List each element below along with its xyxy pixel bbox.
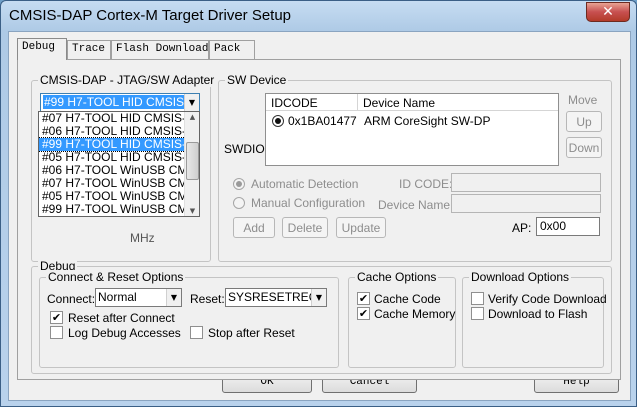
download-to-flash-label: Download to Flash <box>488 307 588 321</box>
id-code-label: ID CODE: <box>399 177 453 191</box>
ap-field[interactable]: 0x00 <box>536 217 600 236</box>
device-name-label: Device Name: <box>378 198 454 212</box>
reset-select[interactable]: SYSRESETREQ ▼ <box>225 288 327 307</box>
list-item[interactable]: #05 H7-TOOL WinUSB CMSI <box>39 190 185 203</box>
cache-memory-label: Cache Memory <box>374 307 456 321</box>
scrollbar-thumb[interactable] <box>186 142 199 180</box>
swdio-row-radio[interactable] <box>272 115 284 127</box>
tab-pack-label: Pack <box>214 43 241 55</box>
list-item[interactable]: #06 H7-TOOL WinUSB CMSI <box>39 164 185 177</box>
list-item[interactable]: #99 H7-TOOL WinUSB CMSI <box>39 203 185 216</box>
cache-memory-checkbox[interactable]: ✔ <box>357 307 370 320</box>
cache-code-checkbox[interactable]: ✔ <box>357 292 370 305</box>
connect-select-value: Normal <box>98 290 137 304</box>
automatic-detection-label: Automatic Detection <box>251 177 359 191</box>
delete-button[interactable]: Delete <box>282 217 328 238</box>
scroll-down-icon[interactable]: ▼ <box>185 207 199 215</box>
debug-tab-panel: CMSIS-DAP - JTAG/SW Adapter #99 H7-TOOL … <box>17 59 621 380</box>
reset-select-value: SYSRESETREQ <box>228 290 319 304</box>
move-down-button[interactable]: Down <box>566 137 602 158</box>
connect-label: Connect: <box>47 292 96 306</box>
tab-flash-download[interactable]: Flash Download <box>111 40 209 59</box>
id-code-field[interactable] <box>451 173 601 192</box>
chevron-down-icon[interactable]: ▼ <box>311 289 326 306</box>
cache-code-label: Cache Code <box>374 292 441 306</box>
close-button[interactable]: ✕ <box>586 2 630 22</box>
close-icon: ✕ <box>602 4 614 20</box>
list-item[interactable]: #06 H7-TOOL HID CMSIS-DA <box>39 125 185 138</box>
column-header-device-name[interactable]: Device Name <box>358 94 558 111</box>
list-item-selected[interactable]: #99 H7-TOOL HID CMSIS-DA <box>39 137 186 152</box>
adapter-select[interactable]: #99 H7-TOOL HID CMSIS-DA ▼ <box>40 93 200 112</box>
download-to-flash-checkbox[interactable] <box>471 307 484 320</box>
sw-device-group-label: SW Device <box>225 73 289 87</box>
verify-code-download-checkbox[interactable] <box>471 292 484 305</box>
device-name-field[interactable] <box>451 194 601 213</box>
update-button[interactable]: Update <box>336 217 386 238</box>
tab-trace[interactable]: Trace <box>67 40 111 59</box>
add-button[interactable]: Add <box>233 217 275 238</box>
swdio-label: SWDIO <box>224 142 265 156</box>
sw-device-table[interactable]: IDCODE Device Name 0x1BA01477 ARM CoreSi… <box>265 93 559 166</box>
move-up-button[interactable]: Up <box>566 111 602 132</box>
idcode-cell: 0x1BA01477 <box>288 114 357 128</box>
automatic-detection-radio[interactable] <box>233 178 245 190</box>
adapter-group-label: CMSIS-DAP - JTAG/SW Adapter <box>38 73 217 87</box>
stop-after-reset-label: Stop after Reset <box>208 326 295 340</box>
window-title: CMSIS-DAP Cortex-M Target Driver Setup <box>9 7 292 24</box>
manual-configuration-radio[interactable] <box>233 197 245 209</box>
list-item[interactable]: #07 H7-TOOL HID CMSIS-DA <box>39 112 185 125</box>
ap-label: AP: <box>512 221 532 235</box>
tab-trace-label: Trace <box>72 43 106 55</box>
cache-options-group-label: Cache Options <box>355 270 439 284</box>
chevron-down-icon[interactable]: ▼ <box>166 289 181 306</box>
connect-reset-group-label: Connect & Reset Options <box>46 270 186 284</box>
tab-pack[interactable]: Pack <box>209 40 255 59</box>
cache-options-group: Cache Options <box>348 270 456 368</box>
stop-after-reset-checkbox[interactable] <box>190 326 203 339</box>
log-debug-accesses-label: Log Debug Accesses <box>68 326 181 340</box>
max-clock-text: MHz <box>130 231 155 245</box>
table-row[interactable]: 0x1BA01477 ARM CoreSight SW-DP <box>266 112 558 130</box>
download-options-group: Download Options <box>462 270 604 368</box>
reset-label: Reset: <box>190 292 225 306</box>
dialog-window: CMSIS-DAP Cortex-M Target Driver Setup ✕… <box>0 0 637 407</box>
verify-code-download-label: Verify Code Download <box>488 292 607 306</box>
adapter-dropdown-list[interactable]: #07 H7-TOOL HID CMSIS-DA #06 H7-TOOL HID… <box>38 111 200 217</box>
adapter-select-value: #99 H7-TOOL HID CMSIS-DA <box>43 95 199 109</box>
reset-after-connect-checkbox[interactable]: ✔ <box>50 311 63 324</box>
chevron-down-icon[interactable]: ▼ <box>184 94 199 111</box>
tab-debug[interactable]: Debug <box>17 38 67 60</box>
move-label: Move <box>568 93 598 107</box>
tab-debug-label: Debug <box>22 41 56 53</box>
list-item[interactable]: #07 H7-TOOL WinUSB CMSI <box>39 177 185 190</box>
download-options-group-label: Download Options <box>469 270 572 284</box>
connect-select[interactable]: Normal ▼ <box>95 288 182 307</box>
device-name-cell: ARM CoreSight SW-DP <box>364 114 491 128</box>
log-debug-accesses-checkbox[interactable] <box>50 326 63 339</box>
reset-after-connect-label: Reset after Connect <box>68 311 175 325</box>
column-header-idcode[interactable]: IDCODE <box>266 94 358 111</box>
manual-configuration-label: Manual Configuration <box>251 196 366 210</box>
tab-flash-download-label: Flash Download <box>116 43 209 55</box>
list-item[interactable]: #05 H7-TOOL HID CMSIS-DA <box>39 151 185 164</box>
scroll-up-icon[interactable]: ▲ <box>185 113 199 121</box>
dropdown-scrollbar[interactable]: ▲ ▼ <box>184 112 199 216</box>
